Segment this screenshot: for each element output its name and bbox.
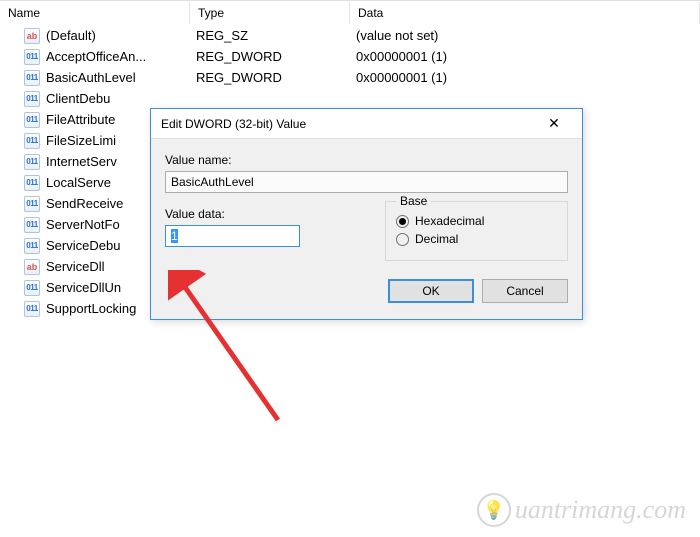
reg-dword-icon: 011 [24, 280, 40, 296]
reg-dword-icon: 011 [24, 133, 40, 149]
reg-sz-icon: ab [24, 28, 40, 44]
reg-dword-icon: 011 [24, 301, 40, 317]
reg-dword-icon: 011 [24, 49, 40, 65]
radio-label: Hexadecimal [415, 214, 484, 228]
dialog-titlebar[interactable]: Edit DWORD (32-bit) Value ✕ [151, 109, 582, 139]
row-name: ServiceDebu [46, 238, 120, 253]
row-name: SupportLocking [46, 301, 136, 316]
row-type: REG_SZ [190, 28, 350, 43]
row-data: (value not set) [350, 28, 700, 43]
row-name: ServiceDll [46, 259, 105, 274]
dialog-title: Edit DWORD (32-bit) Value [161, 117, 534, 131]
reg-sz-icon: ab [24, 259, 40, 275]
row-name: BasicAuthLevel [46, 70, 136, 85]
reg-dword-icon: 011 [24, 112, 40, 128]
radio-label: Decimal [415, 232, 458, 246]
reg-dword-icon: 011 [24, 217, 40, 233]
reg-dword-icon: 011 [24, 154, 40, 170]
table-row[interactable]: ab (Default) REG_SZ(value not set) [0, 25, 700, 46]
row-type: REG_DWORD [190, 49, 350, 64]
column-header-name[interactable]: Name [0, 2, 190, 24]
row-name: FileAttribute [46, 112, 115, 127]
row-name: AcceptOfficeAn... [46, 49, 146, 64]
bulb-icon: 💡 [477, 493, 511, 527]
row-data: 0x00000001 (1) [350, 49, 700, 64]
row-name: FileSizeLimi [46, 133, 116, 148]
value-data-label: Value data: [165, 207, 365, 221]
row-name: ServerNotFo [46, 217, 120, 232]
value-name-input[interactable] [165, 171, 568, 193]
base-fieldset: Base Hexadecimal Decimal [385, 201, 568, 261]
table-row[interactable]: 011 BasicAuthLevel REG_DWORD0x00000001 (1) [0, 67, 700, 88]
reg-dword-icon: 011 [24, 91, 40, 107]
value-name-label: Value name: [165, 153, 568, 167]
ok-button[interactable]: OK [388, 279, 474, 303]
value-data-input[interactable]: 1 [165, 225, 300, 247]
edit-dword-dialog: Edit DWORD (32-bit) Value ✕ Value name: … [150, 108, 583, 320]
row-name: InternetServ [46, 154, 117, 169]
row-name: (Default) [46, 28, 96, 43]
reg-dword-icon: 011 [24, 196, 40, 212]
table-row[interactable]: 011 ClientDebu [0, 88, 700, 109]
cancel-button[interactable]: Cancel [482, 279, 568, 303]
row-name: ClientDebu [46, 91, 110, 106]
row-name: SendReceive [46, 196, 123, 211]
base-legend: Base [396, 194, 431, 208]
reg-dword-icon: 011 [24, 238, 40, 254]
reg-dword-icon: 011 [24, 175, 40, 191]
radio-hexadecimal[interactable]: Hexadecimal [396, 214, 557, 228]
list-header: Name Type Data [0, 1, 700, 25]
radio-icon [396, 215, 409, 228]
row-type: REG_DWORD [190, 70, 350, 85]
watermark: 💡 uantrimang.com [477, 493, 686, 527]
table-row[interactable]: 011 AcceptOfficeAn... REG_DWORD0x00000001 … [0, 46, 700, 67]
reg-dword-icon: 011 [24, 70, 40, 86]
row-name: LocalServe [46, 175, 111, 190]
close-button[interactable]: ✕ [534, 110, 574, 138]
column-header-type[interactable]: Type [190, 2, 350, 24]
radio-decimal[interactable]: Decimal [396, 232, 557, 246]
radio-icon [396, 233, 409, 246]
row-name: ServiceDllUn [46, 280, 121, 295]
row-data: 0x00000001 (1) [350, 70, 700, 85]
column-header-data[interactable]: Data [350, 2, 700, 24]
